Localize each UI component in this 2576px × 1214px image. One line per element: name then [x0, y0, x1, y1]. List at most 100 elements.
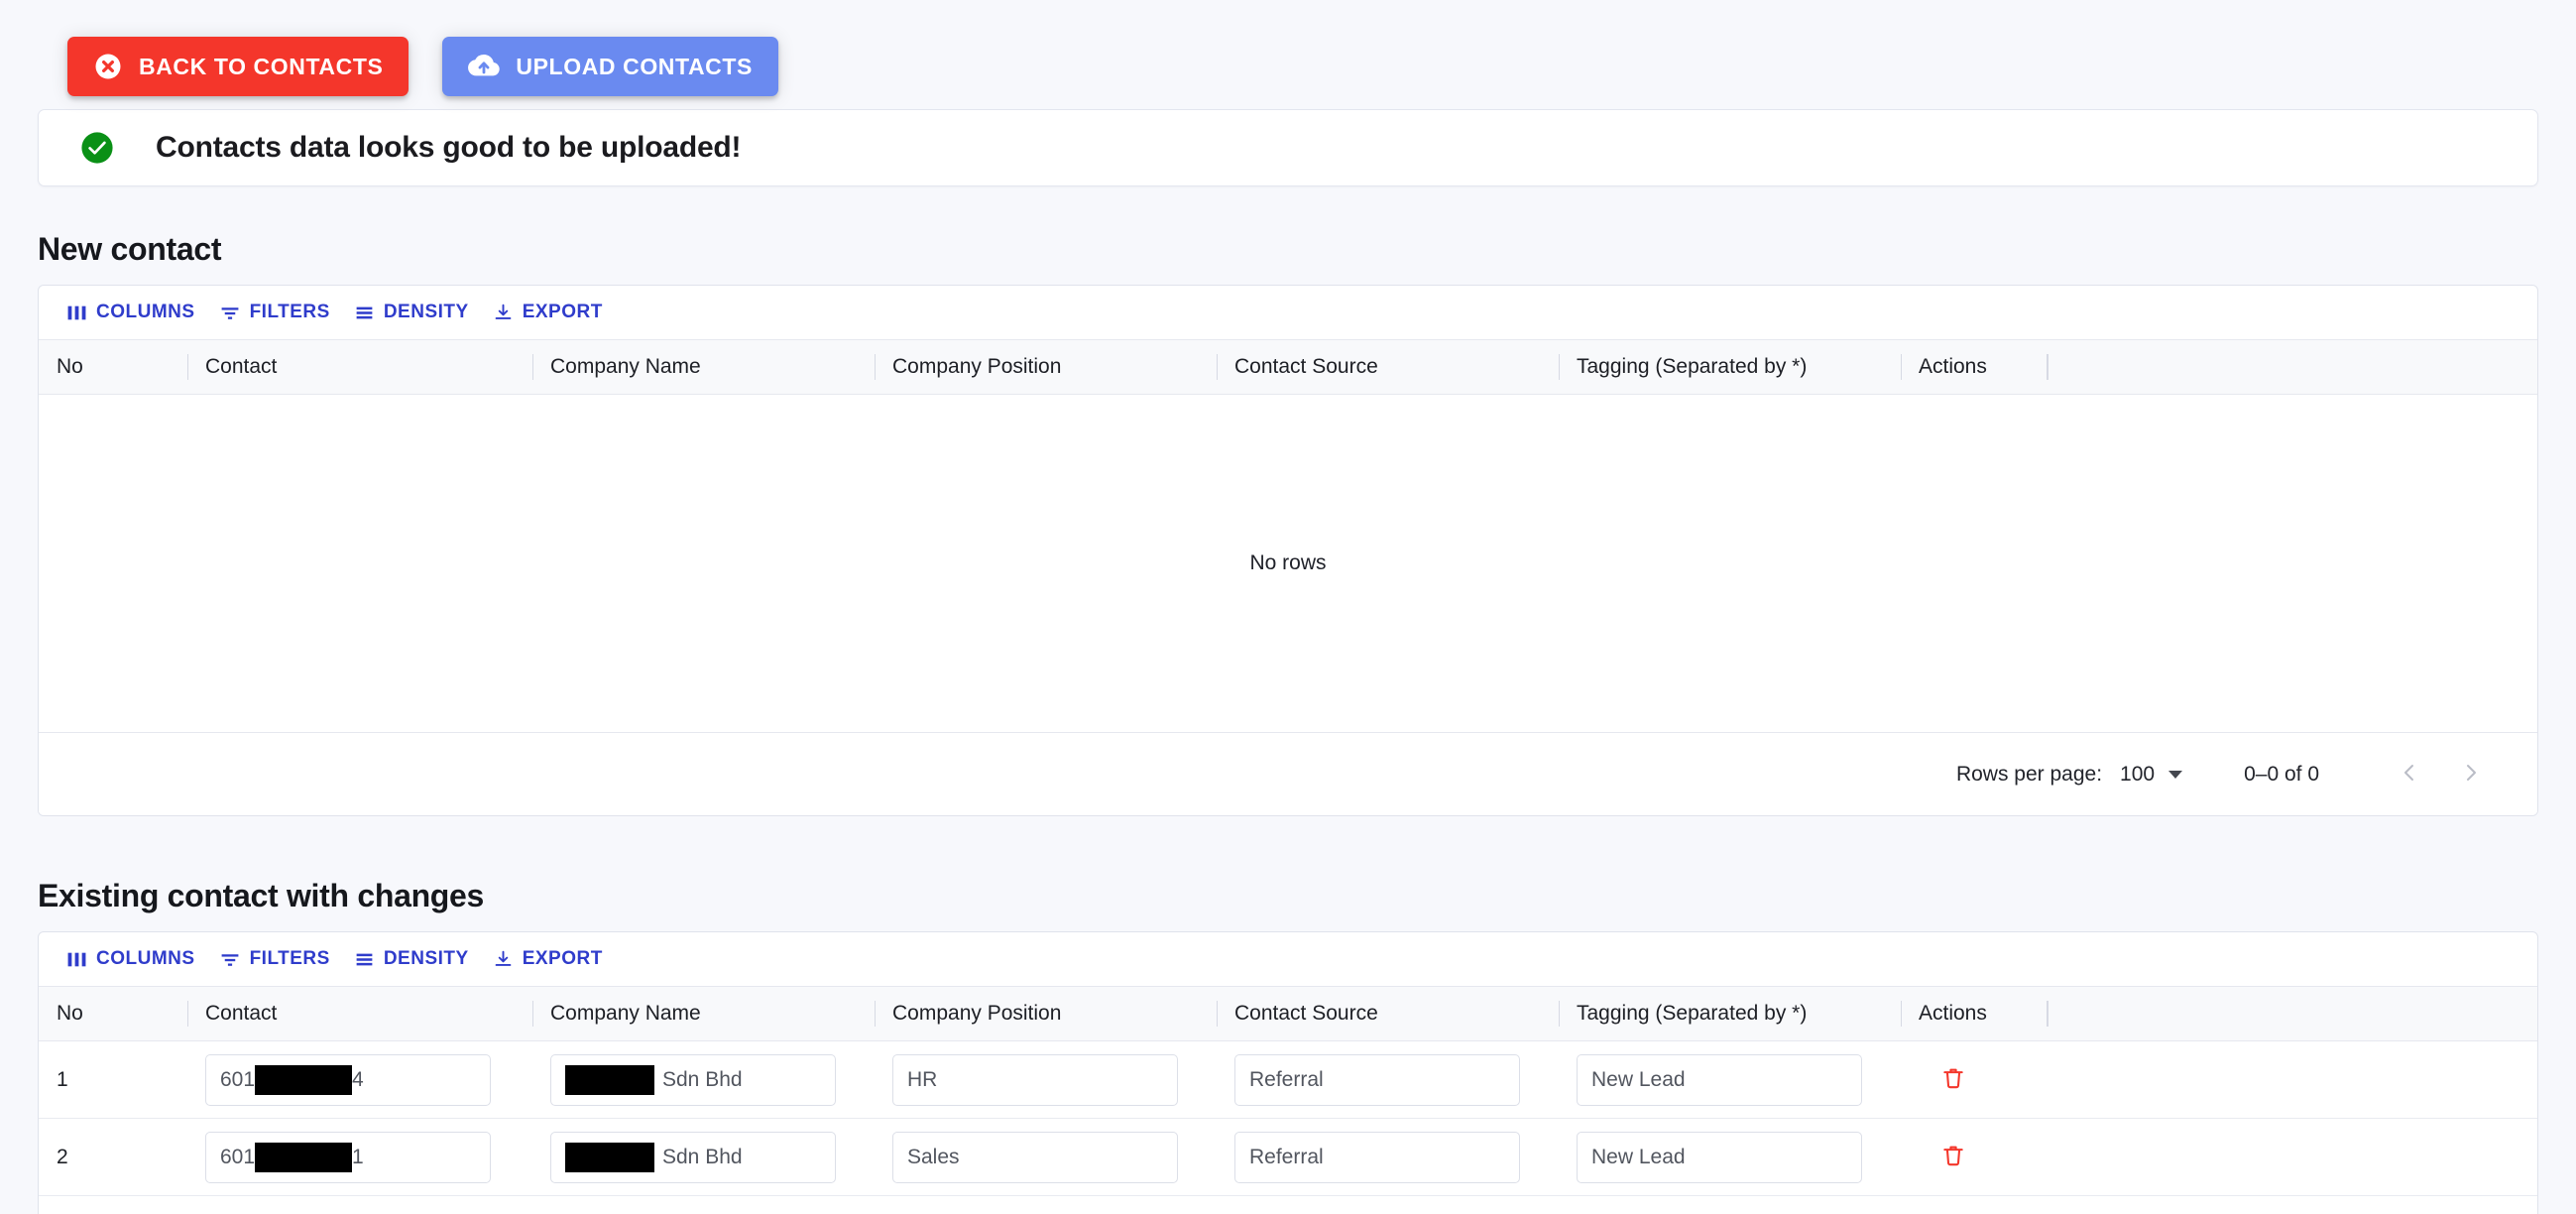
- back-to-contacts-label: BACK TO CONTACTS: [139, 53, 384, 79]
- filters-label: FILTERS: [249, 302, 330, 322]
- success-alert: Contacts data looks good to be uploaded!: [38, 109, 2538, 186]
- company-name-input[interactable]: Sdn Bhd: [550, 1131, 836, 1183]
- density-button[interactable]: DENSITY: [344, 296, 479, 329]
- column-header-no[interactable]: No: [39, 340, 187, 394]
- column-header-contact[interactable]: Contact: [187, 987, 532, 1040]
- column-header-company-name[interactable]: Company Name: [532, 340, 875, 394]
- contact-source-cell: Referral: [1217, 1041, 1559, 1118]
- back-to-contacts-button[interactable]: BACK TO CONTACTS: [67, 37, 410, 96]
- grid-header-new-contact: No Contact Company Name Company Position…: [39, 339, 2537, 395]
- delete-row-button[interactable]: [1934, 1137, 1972, 1177]
- chevron-left-icon: [2398, 761, 2421, 788]
- column-header-spacer: [2048, 340, 2107, 394]
- density-button[interactable]: DENSITY: [344, 942, 479, 976]
- column-header-company-name[interactable]: Company Name: [532, 987, 875, 1040]
- density-label: DENSITY: [383, 302, 469, 322]
- contact-suffix: 1: [352, 1145, 364, 1168]
- column-header-actions[interactable]: Actions: [1901, 340, 2048, 394]
- columns-icon: [66, 949, 87, 970]
- section-title-existing-contact: Existing contact with changes: [38, 878, 485, 913]
- columns-label: COLUMNS: [96, 948, 195, 969]
- density-icon: [354, 303, 375, 323]
- upload-contacts-label: UPLOAD CONTACTS: [516, 53, 753, 79]
- tagging-input[interactable]: New Lead: [1577, 1131, 1862, 1183]
- tagging-input[interactable]: New Lead: [1577, 1053, 1862, 1106]
- filters-button[interactable]: FILTERS: [209, 296, 340, 329]
- cancel-circle-icon: [93, 52, 123, 81]
- company-name-suffix: Sdn Bhd: [662, 1145, 743, 1168]
- grid-toolbar-new-contact: COLUMNS FILTERS DENSITY EXPORT: [39, 286, 2537, 339]
- contact-source-input[interactable]: Referral: [1234, 1053, 1520, 1106]
- column-header-tagging[interactable]: Tagging (Separated by *): [1559, 340, 1901, 394]
- export-button[interactable]: EXPORT: [483, 296, 613, 329]
- rows-per-page-value: 100: [2120, 762, 2156, 786]
- company-position-cell: HR: [875, 1041, 1217, 1118]
- grid-toolbar-existing-contact: COLUMNS FILTERS DENSITY EXPORT: [39, 932, 2537, 986]
- download-icon: [493, 303, 514, 323]
- export-button[interactable]: EXPORT: [483, 942, 613, 976]
- company-name-cell: Sdn Bhd: [532, 1119, 875, 1195]
- grid-header-existing-contact: No Contact Company Name Company Position…: [39, 986, 2537, 1041]
- delete-icon: [1940, 1065, 1966, 1094]
- column-header-company-position[interactable]: Company Position: [875, 987, 1217, 1040]
- column-header-contact-source[interactable]: Contact Source: [1217, 987, 1559, 1040]
- filters-label: FILTERS: [249, 948, 330, 969]
- company-position-input[interactable]: HR: [892, 1053, 1178, 1106]
- chevron-right-icon: [2459, 761, 2483, 788]
- page-root: BACK TO CONTACTS UPLOAD CONTACTS Contact…: [0, 0, 2576, 1214]
- company-name-cell: Sdn Bhd: [532, 1041, 875, 1118]
- contact-prefix: 601: [220, 1145, 256, 1168]
- column-header-actions[interactable]: Actions: [1901, 987, 2048, 1040]
- column-header-contact-source[interactable]: Contact Source: [1217, 340, 1559, 394]
- column-header-contact[interactable]: Contact: [187, 340, 532, 394]
- column-header-company-position[interactable]: Company Position: [875, 340, 1217, 394]
- company-position-input[interactable]: Sales: [892, 1131, 1178, 1183]
- download-icon: [493, 949, 514, 970]
- grid-footer-new-contact: Rows per page: 100 0–0 of 0: [39, 732, 2537, 815]
- new-contact-grid: COLUMNS FILTERS DENSITY EXPORT No Contac…: [38, 285, 2538, 816]
- redaction-bar: [255, 1142, 353, 1172]
- redaction-bar: [255, 1064, 353, 1095]
- columns-label: COLUMNS: [96, 302, 195, 322]
- company-name-input[interactable]: Sdn Bhd: [550, 1053, 836, 1106]
- columns-button[interactable]: COLUMNS: [57, 942, 205, 976]
- upload-contacts-button[interactable]: UPLOAD CONTACTS: [442, 37, 778, 96]
- row-number: 2: [57, 1145, 68, 1168]
- tagging-cell: New Lead: [1559, 1119, 1901, 1195]
- density-icon: [354, 949, 375, 970]
- pagination-range-label: 0–0 of 0: [2244, 762, 2319, 786]
- export-label: EXPORT: [522, 302, 603, 322]
- previous-page-button[interactable]: [2379, 744, 2440, 805]
- column-header-no[interactable]: No: [39, 987, 187, 1040]
- top-action-bar: BACK TO CONTACTS UPLOAD CONTACTS: [0, 0, 2576, 109]
- next-page-button[interactable]: [2440, 744, 2502, 805]
- filter-icon: [219, 303, 241, 323]
- existing-contact-grid: COLUMNS FILTERS DENSITY EXPORT No Contac…: [38, 931, 2538, 1214]
- contact-input[interactable]: 601 4: [205, 1053, 491, 1106]
- columns-icon: [66, 303, 87, 323]
- delete-row-button[interactable]: [1934, 1059, 1972, 1100]
- rows-per-page-select[interactable]: 100: [2120, 762, 2183, 787]
- company-name-suffix: Sdn Bhd: [662, 1067, 743, 1091]
- filters-button[interactable]: FILTERS: [209, 942, 340, 976]
- row-spacer: [2048, 1119, 2107, 1195]
- delete-icon: [1940, 1143, 1966, 1171]
- check-circle-icon: [39, 131, 156, 165]
- section-title-new-contact: New contact: [38, 231, 222, 267]
- chevron-down-icon: [2168, 770, 2183, 779]
- actions-cell: [1901, 1119, 2048, 1195]
- contact-input[interactable]: 601 1: [205, 1131, 491, 1183]
- columns-button[interactable]: COLUMNS: [57, 296, 205, 329]
- column-header-spacer: [2048, 987, 2107, 1040]
- contact-source-input[interactable]: Referral: [1234, 1131, 1520, 1183]
- column-header-tagging[interactable]: Tagging (Separated by *): [1559, 987, 1901, 1040]
- contact-suffix: 4: [352, 1067, 364, 1091]
- no-rows-overlay: No rows: [39, 395, 2537, 732]
- table-row: 2 601 1 Sdn Bhd Sales Referral New Lead: [39, 1119, 2537, 1196]
- alert-message: Contacts data looks good to be uploaded!: [156, 131, 742, 164]
- grid-body-tail: [39, 1196, 2537, 1214]
- export-label: EXPORT: [522, 948, 603, 969]
- density-label: DENSITY: [383, 948, 469, 969]
- contact-source-cell: Referral: [1217, 1119, 1559, 1195]
- no-rows-label: No rows: [1249, 551, 1327, 574]
